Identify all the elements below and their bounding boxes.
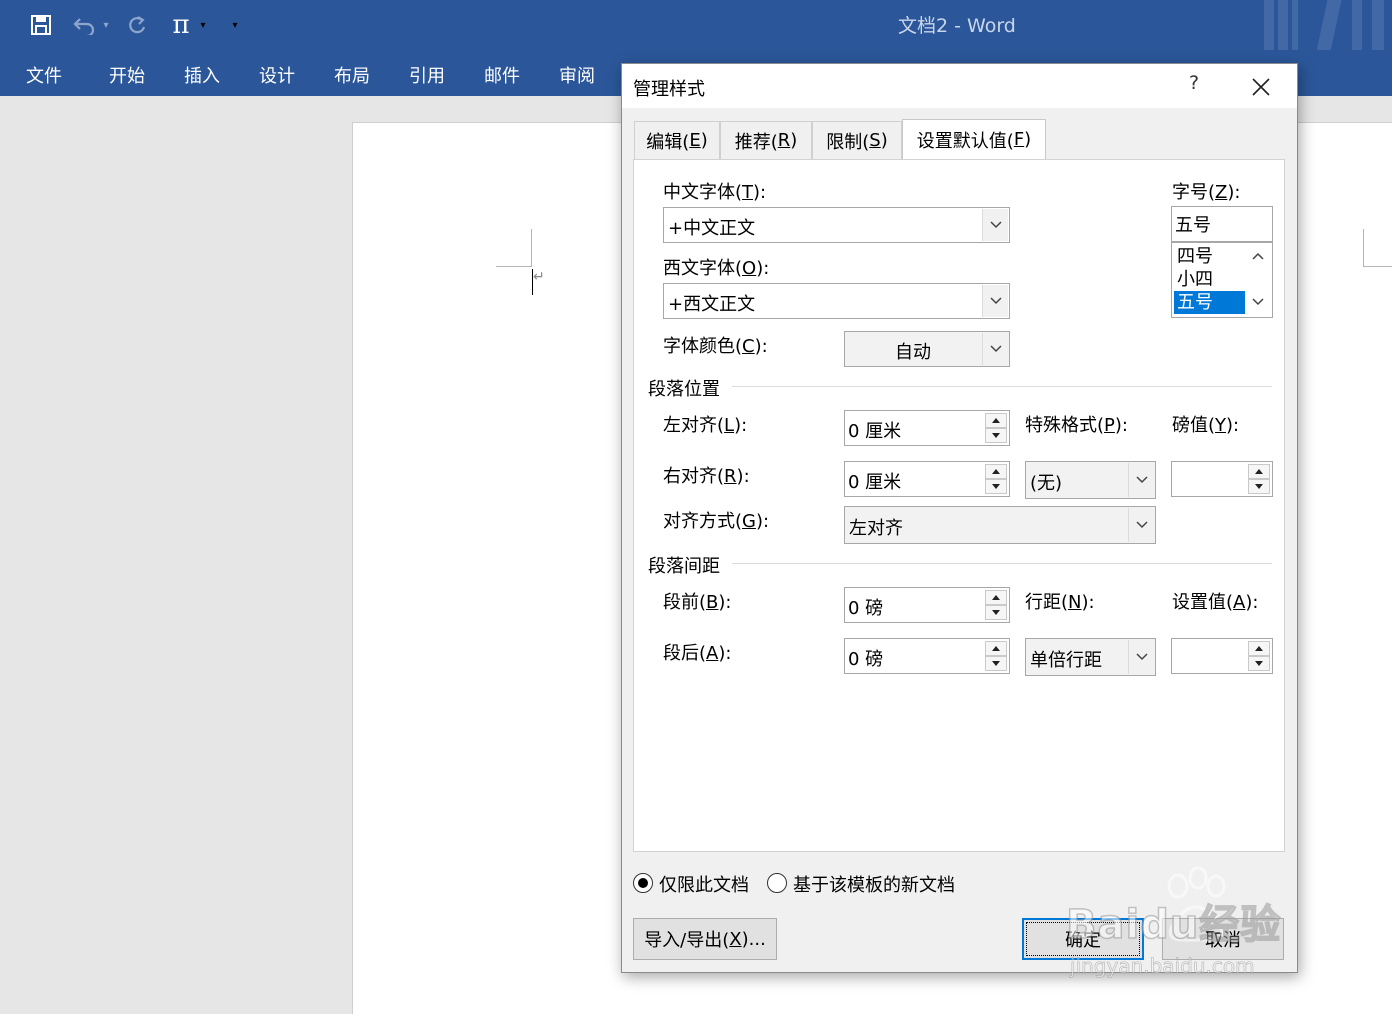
list-item-selected[interactable]: 五号	[1174, 291, 1246, 314]
left-indent-stepper[interactable]: 0 厘米	[844, 410, 1010, 446]
radio-this-document-label[interactable]: 仅限此文档	[659, 871, 749, 897]
tab-restrict[interactable]: 限制(S)	[812, 121, 902, 159]
font-size-label: 字号(Z):	[1172, 182, 1241, 203]
list-item[interactable]: 四号	[1174, 245, 1246, 268]
document-title: 文档2 - Word	[898, 15, 1016, 37]
spin-up-icon[interactable]	[985, 413, 1007, 428]
right-indent-label: 右对齐(R):	[663, 466, 750, 487]
manage-styles-dialog: 管理样式 ? 编辑(E) 推荐(R) 限制(S) 设置默认值(F) 中文字体(T…	[621, 63, 1298, 973]
crop-mark	[1363, 266, 1392, 267]
redo-icon[interactable]	[122, 10, 152, 40]
font-color-select[interactable]: 自动	[844, 331, 1010, 367]
list-scrollbar[interactable]	[1245, 244, 1271, 316]
list-item[interactable]: 小四	[1174, 268, 1246, 291]
alignment-select[interactable]: 左对齐	[844, 506, 1156, 544]
spin-up-icon[interactable]	[985, 641, 1007, 656]
spin-down-icon[interactable]	[985, 605, 1007, 620]
chevron-down-icon[interactable]	[982, 285, 1008, 317]
font-size-input[interactable]: 五号	[1171, 206, 1273, 242]
chevron-up-icon[interactable]	[1252, 252, 1264, 260]
crop-mark	[496, 266, 532, 267]
western-font-label: 西文字体(O):	[663, 258, 770, 279]
spin-down-icon[interactable]	[1248, 656, 1270, 671]
menu-file[interactable]: 文件	[26, 62, 62, 88]
spin-up-icon[interactable]	[985, 464, 1007, 479]
chevron-down-icon[interactable]	[982, 333, 1008, 365]
menu-review[interactable]: 审阅	[559, 62, 595, 88]
tab-recommend[interactable]: 推荐(R)	[720, 121, 812, 159]
left-indent-label: 左对齐(L):	[663, 415, 748, 436]
menu-mailings[interactable]: 邮件	[484, 62, 520, 88]
indent-by-stepper[interactable]	[1171, 461, 1273, 497]
paragraph-position-heading: 段落位置	[648, 379, 720, 400]
spin-up-icon[interactable]	[985, 590, 1007, 605]
tab-edit[interactable]: 编辑(E)	[634, 121, 720, 159]
ok-button[interactable]: 确定	[1022, 918, 1144, 960]
line-spacing-label: 行距(N):	[1025, 592, 1095, 613]
menu-design[interactable]: 设计	[259, 62, 295, 88]
title-bar: ▾ π ▾ ▾ 文档2 - Word	[0, 0, 1392, 70]
chinese-font-select[interactable]: +中文正文	[663, 207, 1010, 243]
spacing-at-stepper[interactable]	[1171, 638, 1273, 674]
menu-insert[interactable]: 插入	[184, 62, 220, 88]
chevron-down-icon[interactable]	[1128, 508, 1154, 542]
radio-template-label[interactable]: 基于该模板的新文档	[793, 871, 955, 897]
divider	[732, 563, 1272, 564]
divider	[732, 386, 1272, 387]
close-icon[interactable]	[1248, 74, 1274, 100]
chevron-down-icon[interactable]	[1128, 640, 1154, 674]
spin-up-icon[interactable]	[1248, 641, 1270, 656]
spin-down-icon[interactable]	[1248, 479, 1270, 494]
spin-down-icon[interactable]	[985, 479, 1007, 494]
radio-this-document[interactable]	[633, 873, 653, 893]
spin-down-icon[interactable]	[985, 428, 1007, 443]
alignment-label: 对齐方式(G):	[663, 511, 770, 532]
menu-home[interactable]: 开始	[109, 62, 145, 88]
spin-up-icon[interactable]	[1248, 464, 1270, 479]
paragraph-spacing-heading: 段落间距	[648, 556, 720, 577]
customize-qat-icon[interactable]: ▾	[222, 10, 248, 40]
space-after-stepper[interactable]: 0 磅	[844, 638, 1010, 674]
crop-mark	[1363, 229, 1364, 267]
menu-layout[interactable]: 布局	[334, 62, 370, 88]
radio-template[interactable]	[767, 873, 787, 893]
dialog-title: 管理样式	[633, 79, 705, 100]
font-size-list[interactable]: 四号 小四 五号	[1171, 242, 1273, 318]
spin-down-icon[interactable]	[985, 656, 1007, 671]
indent-by-label: 磅值(Y):	[1172, 415, 1240, 436]
set-defaults-panel: 中文字体(T): +中文正文 西文字体(O): +西文正文 字体颜色(C): 自…	[633, 159, 1285, 852]
chevron-down-icon[interactable]	[982, 209, 1008, 241]
cancel-button[interactable]: 取消	[1162, 918, 1284, 960]
undo-dropdown-icon[interactable]: ▾	[96, 10, 116, 40]
special-indent-label: 特殊格式(P):	[1025, 415, 1128, 436]
chevron-down-icon[interactable]	[1128, 463, 1154, 497]
spacing-at-label: 设置值(A):	[1172, 592, 1259, 613]
chevron-down-icon[interactable]	[1252, 298, 1264, 306]
space-before-label: 段前(B):	[663, 592, 732, 613]
crop-mark	[531, 229, 532, 267]
chinese-font-label: 中文字体(T):	[663, 182, 767, 203]
line-spacing-select[interactable]: 单倍行距	[1025, 638, 1156, 676]
equation-dropdown-icon[interactable]: ▾	[192, 10, 214, 40]
paragraph-mark-icon: ↵	[533, 269, 545, 285]
western-font-select[interactable]: +西文正文	[663, 283, 1010, 319]
special-indent-select[interactable]: (无)	[1025, 461, 1156, 499]
help-icon[interactable]: ?	[1182, 72, 1206, 100]
dialog-header: 管理样式 ?	[622, 64, 1297, 108]
space-before-stepper[interactable]: 0 磅	[844, 587, 1010, 623]
import-export-button[interactable]: 导入/导出(X)...	[633, 918, 777, 960]
save-icon[interactable]	[26, 10, 56, 40]
right-indent-stepper[interactable]: 0 厘米	[844, 461, 1010, 497]
tab-set-defaults[interactable]: 设置默认值(F)	[902, 119, 1046, 159]
font-color-label: 字体颜色(C):	[663, 336, 768, 357]
space-after-label: 段后(A):	[663, 643, 732, 664]
menu-references[interactable]: 引用	[409, 62, 445, 88]
